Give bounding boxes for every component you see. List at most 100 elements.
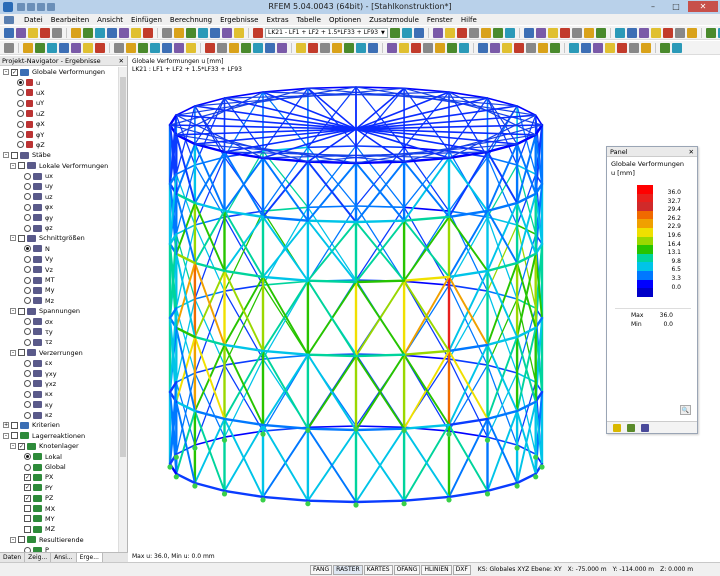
toolbar-button-icon[interactable] bbox=[605, 43, 615, 53]
maximize-button[interactable]: □ bbox=[665, 1, 687, 12]
toolbar-button-icon[interactable] bbox=[368, 43, 378, 53]
support-node[interactable] bbox=[353, 426, 358, 431]
tree-item[interactable]: u bbox=[0, 77, 118, 87]
menu-ergebnisse[interactable]: Ergebnisse bbox=[220, 16, 258, 24]
toolbar-button-icon[interactable] bbox=[706, 28, 716, 38]
tree-radio[interactable] bbox=[24, 173, 31, 180]
ring-member[interactable] bbox=[195, 263, 225, 271]
toolbar-button-icon[interactable] bbox=[548, 28, 558, 38]
toolbar-button-icon[interactable] bbox=[277, 43, 287, 53]
tree-item[interactable]: –Lokale Verformungen bbox=[0, 161, 118, 171]
toolbar-button-icon[interactable] bbox=[28, 28, 38, 38]
tree-radio[interactable] bbox=[24, 328, 31, 335]
toolbar-button-icon[interactable] bbox=[222, 28, 232, 38]
tree-radio[interactable] bbox=[24, 464, 31, 471]
toolbar-button-icon[interactable] bbox=[107, 28, 117, 38]
toolbar-button-icon[interactable] bbox=[253, 43, 263, 53]
tree-item[interactable]: My bbox=[0, 285, 118, 295]
ring-member[interactable] bbox=[176, 328, 195, 337]
toolbar-button-icon[interactable] bbox=[4, 43, 14, 53]
support-node[interactable] bbox=[305, 428, 310, 433]
status-fang-button[interactable]: FANG bbox=[310, 565, 332, 575]
tab-daten[interactable]: Daten bbox=[0, 553, 25, 562]
tree-item[interactable]: Lokal bbox=[0, 451, 118, 461]
toolbar-button-icon[interactable] bbox=[478, 43, 488, 53]
collapse-icon[interactable]: – bbox=[10, 350, 16, 356]
tree-item[interactable]: σx bbox=[0, 316, 118, 326]
toolbar-button-icon[interactable] bbox=[663, 28, 673, 38]
tree-item[interactable]: φz bbox=[0, 223, 118, 233]
tree-item[interactable]: MY bbox=[0, 514, 118, 524]
ring-member[interactable] bbox=[356, 221, 404, 222]
menu-einfuegen[interactable]: Einfügen bbox=[131, 16, 162, 24]
ring-member[interactable] bbox=[263, 281, 308, 285]
toolbar-button-icon[interactable] bbox=[536, 28, 546, 38]
bracing-member[interactable] bbox=[195, 144, 225, 211]
tree-item[interactable]: φX bbox=[0, 119, 118, 129]
toolbar-button-icon[interactable] bbox=[538, 43, 548, 53]
toolbar-button-icon[interactable] bbox=[356, 43, 366, 53]
support-node[interactable] bbox=[446, 432, 451, 437]
menu-zusatzmodule[interactable]: Zusatzmodule bbox=[369, 16, 419, 24]
save-icon[interactable] bbox=[37, 3, 45, 11]
tree-radio[interactable] bbox=[17, 100, 24, 107]
support-node[interactable] bbox=[192, 445, 197, 450]
status-kartes-button[interactable]: KARTES bbox=[364, 565, 393, 575]
toolbar-button-icon[interactable] bbox=[435, 43, 445, 53]
close-button[interactable]: ✕ bbox=[688, 1, 718, 12]
tree-checkbox[interactable] bbox=[11, 432, 18, 439]
toolbar-button-icon[interactable] bbox=[241, 43, 251, 53]
tree-item[interactable]: Vy bbox=[0, 254, 118, 264]
toolbar-button-icon[interactable] bbox=[52, 28, 62, 38]
tree-item[interactable]: –Schnittgrößen bbox=[0, 233, 118, 243]
toolbar-button-icon[interactable] bbox=[627, 28, 637, 38]
new-icon[interactable] bbox=[17, 3, 25, 11]
support-node[interactable] bbox=[402, 501, 407, 506]
toolbar-button-icon[interactable] bbox=[445, 28, 455, 38]
ring-member[interactable] bbox=[404, 355, 449, 359]
bracing-member[interactable] bbox=[488, 152, 518, 203]
bracing-member[interactable] bbox=[195, 411, 225, 491]
toolbar-button-icon[interactable] bbox=[402, 28, 412, 38]
toolbar-button-icon[interactable] bbox=[629, 43, 639, 53]
ring-member[interactable] bbox=[176, 299, 195, 308]
tree-checkbox[interactable]: ✓ bbox=[11, 69, 18, 76]
tree-checkbox[interactable] bbox=[18, 162, 25, 169]
ring-member[interactable] bbox=[195, 337, 225, 345]
ring-member[interactable] bbox=[263, 351, 308, 355]
zoom-icon[interactable]: 🔍 bbox=[680, 405, 691, 415]
tree-radio[interactable] bbox=[24, 391, 31, 398]
tree-radio[interactable] bbox=[24, 401, 31, 408]
toolbar-button-icon[interactable] bbox=[205, 43, 215, 53]
tree-item[interactable]: –Verzerrungen bbox=[0, 348, 118, 358]
ring-member[interactable] bbox=[517, 299, 536, 308]
toolbar-button-icon[interactable] bbox=[505, 28, 515, 38]
ring-member[interactable] bbox=[404, 281, 449, 285]
tree-item[interactable]: MT bbox=[0, 275, 118, 285]
support-node[interactable] bbox=[260, 497, 265, 502]
tree-checkbox[interactable] bbox=[18, 349, 25, 356]
support-node[interactable] bbox=[539, 464, 544, 469]
ring-member[interactable] bbox=[263, 497, 308, 501]
support-node[interactable] bbox=[260, 432, 265, 437]
tree-item[interactable]: –✓Knotenlager bbox=[0, 441, 118, 451]
tree-checkbox[interactable]: ✓ bbox=[18, 443, 25, 450]
menu-hilfe[interactable]: Hilfe bbox=[461, 16, 477, 24]
tree-item[interactable]: κx bbox=[0, 389, 118, 399]
tree-item[interactable]: Vz bbox=[0, 264, 118, 274]
tree-radio[interactable] bbox=[24, 318, 31, 325]
toolbar-button-icon[interactable] bbox=[469, 28, 479, 38]
tree-item[interactable]: –Resultierende bbox=[0, 535, 118, 545]
toolbar-button-icon[interactable] bbox=[320, 43, 330, 53]
toolbar-button-icon[interactable] bbox=[217, 43, 227, 53]
toolbar-button-icon[interactable] bbox=[490, 43, 500, 53]
ring-member[interactable] bbox=[404, 351, 449, 355]
tree-radio[interactable] bbox=[24, 225, 31, 232]
menu-bearbeiten[interactable]: Bearbeiten bbox=[51, 16, 89, 24]
toolbar-button-icon[interactable] bbox=[186, 43, 196, 53]
support-node[interactable] bbox=[353, 502, 358, 507]
toolbar-button-icon[interactable] bbox=[481, 28, 491, 38]
ring-member[interactable] bbox=[263, 355, 308, 359]
tree-radio[interactable] bbox=[24, 287, 31, 294]
tree-item[interactable]: τz bbox=[0, 337, 118, 347]
